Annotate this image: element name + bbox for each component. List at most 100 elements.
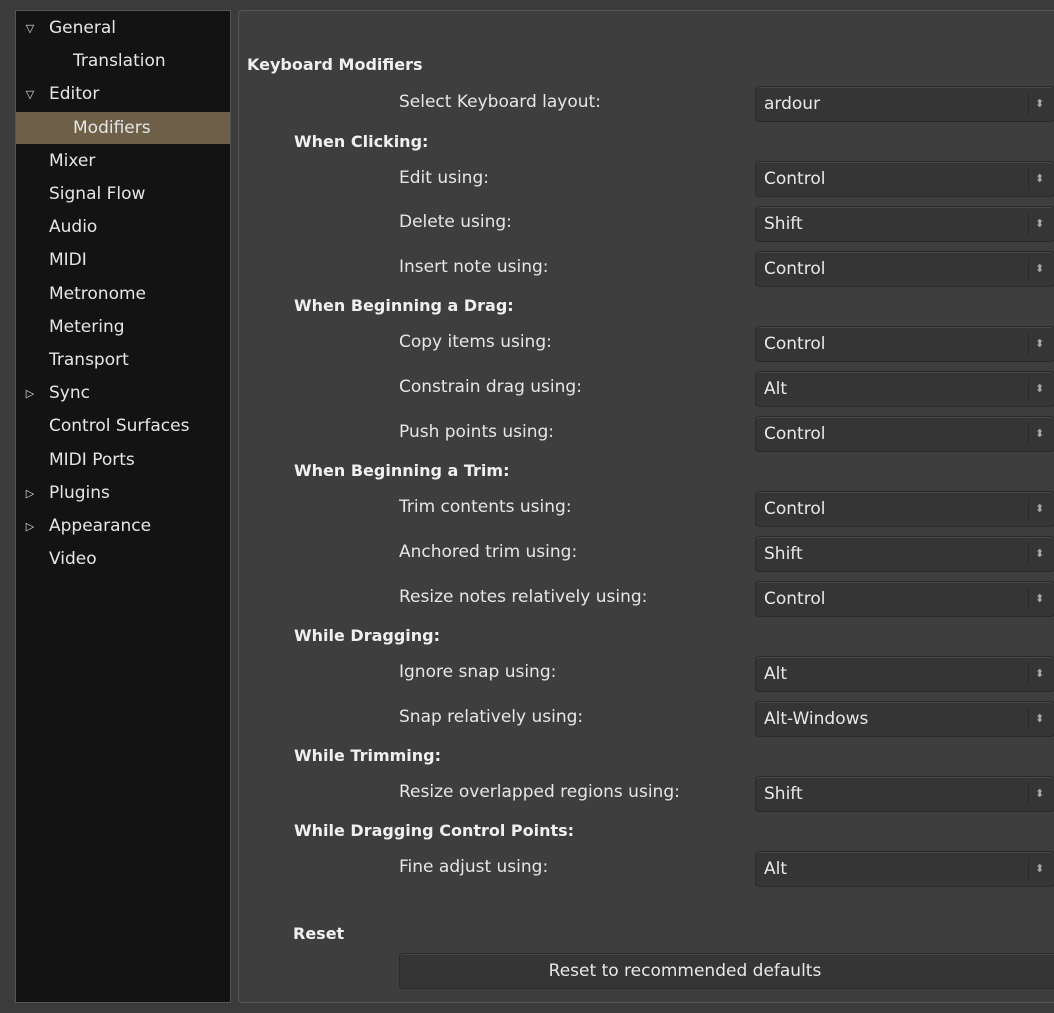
combo-value: Shift [764, 784, 803, 804]
up-down-arrows-icon: ⬍ [1035, 382, 1045, 395]
delete-using-select[interactable]: Shift ⬍ [755, 206, 1054, 242]
keyboard-layout-select[interactable]: ardour ⬍ [755, 86, 1054, 122]
sidebar-item-label: Video [49, 549, 97, 569]
sidebar-item-label: Editor [49, 84, 100, 104]
triangle-right-icon[interactable]: ▷ [24, 487, 36, 500]
sidebar-item-transport[interactable]: Transport [16, 344, 230, 376]
sidebar-item-label: MIDI [49, 250, 87, 270]
sidebar-item-video[interactable]: Video [16, 543, 230, 575]
fine-adjust-using-label: Fine adjust using: [399, 857, 549, 877]
group-title-when-clicking: When Clicking: [294, 132, 429, 151]
combo-separator [1028, 423, 1029, 445]
combo-separator [1028, 93, 1029, 115]
up-down-arrows-icon: ⬍ [1035, 712, 1045, 725]
combo-separator [1028, 168, 1029, 190]
push-points-using-label: Push points using: [399, 422, 555, 442]
up-down-arrows-icon: ⬍ [1035, 262, 1045, 275]
combo-value: Control [764, 589, 826, 609]
combo-separator [1028, 333, 1029, 355]
resize-notes-using-label: Resize notes relatively using: [399, 587, 648, 607]
triangle-down-icon[interactable]: ▽ [24, 22, 36, 35]
combo-separator [1028, 588, 1029, 610]
constrain-drag-using-label: Constrain drag using: [399, 377, 582, 397]
sidebar-item-sync[interactable]: ▷ Sync [16, 377, 230, 409]
preferences-window: ▽ General Translation ▽ Editor Modifiers… [0, 0, 1054, 1013]
sidebar-item-translation[interactable]: Translation [16, 45, 230, 77]
combo-value: ardour [764, 94, 821, 114]
combo-value: Alt [764, 859, 788, 879]
combo-separator [1028, 378, 1029, 400]
sidebar-item-label: Metering [49, 317, 125, 337]
combo-value: Shift [764, 544, 803, 564]
sidebar-item-label: MIDI Ports [49, 450, 135, 470]
sidebar-item-label: Control Surfaces [49, 416, 190, 436]
sidebar-item-label: Metronome [49, 284, 147, 304]
sidebar-item-midi-ports[interactable]: MIDI Ports [16, 444, 230, 476]
edit-using-label: Edit using: [399, 168, 489, 188]
copy-items-using-label: Copy items using: [399, 332, 552, 352]
sidebar-item-metering[interactable]: Metering [16, 311, 230, 343]
trim-contents-using-label: Trim contents using: [399, 497, 572, 517]
reset-to-defaults-button[interactable]: Reset to recommended defaults [399, 953, 1054, 989]
resize-overlapped-using-select[interactable]: Shift ⬍ [755, 776, 1054, 812]
insert-note-using-select[interactable]: Control ⬍ [755, 251, 1054, 287]
resize-notes-using-select[interactable]: Control ⬍ [755, 581, 1054, 617]
up-down-arrows-icon: ⬍ [1035, 337, 1045, 350]
sidebar-item-label: Signal Flow [49, 184, 146, 204]
sidebar-item-label: Translation [73, 51, 166, 71]
snap-relatively-using-select[interactable]: Alt-Windows ⬍ [755, 701, 1054, 737]
group-title-while-trimming: While Trimming: [294, 746, 442, 765]
sidebar-item-general[interactable]: ▽ General [16, 12, 230, 44]
group-title-while-dragging-control-points: While Dragging Control Points: [294, 821, 575, 840]
combo-separator [1028, 543, 1029, 565]
up-down-arrows-icon: ⬍ [1035, 667, 1045, 680]
copy-items-using-select[interactable]: Control ⬍ [755, 326, 1054, 362]
sidebar-item-label: Transport [49, 350, 129, 370]
up-down-arrows-icon: ⬍ [1035, 592, 1045, 605]
triangle-down-icon[interactable]: ▽ [24, 88, 36, 101]
keyboard-layout-label: Select Keyboard layout: [399, 92, 601, 112]
modifiers-panel: Keyboard Modifiers Select Keyboard layou… [238, 10, 1054, 1003]
combo-separator [1028, 213, 1029, 235]
fine-adjust-using-select[interactable]: Alt ⬍ [755, 851, 1054, 887]
constrain-drag-using-select[interactable]: Alt ⬍ [755, 371, 1054, 407]
up-down-arrows-icon: ⬍ [1035, 862, 1045, 875]
sidebar-item-signal-flow[interactable]: Signal Flow [16, 178, 230, 210]
sidebar-item-modifiers[interactable]: Modifiers [16, 112, 230, 144]
sidebar-item-metronome[interactable]: Metronome [16, 278, 230, 310]
anchored-trim-using-select[interactable]: Shift ⬍ [755, 536, 1054, 572]
triangle-right-icon[interactable]: ▷ [24, 520, 36, 533]
sidebar-item-mixer[interactable]: Mixer [16, 145, 230, 177]
snap-relatively-using-label: Snap relatively using: [399, 707, 584, 727]
combo-separator [1028, 498, 1029, 520]
combo-separator [1028, 663, 1029, 685]
page-title: Keyboard Modifiers [247, 55, 423, 74]
ignore-snap-using-select[interactable]: Alt ⬍ [755, 656, 1054, 692]
push-points-using-select[interactable]: Control ⬍ [755, 416, 1054, 452]
up-down-arrows-icon: ⬍ [1035, 217, 1045, 230]
reset-button-label: Reset to recommended defaults [548, 961, 822, 981]
combo-separator [1028, 258, 1029, 280]
sidebar-item-audio[interactable]: Audio [16, 211, 230, 243]
sidebar-item-editor[interactable]: ▽ Editor [16, 78, 230, 110]
triangle-right-icon[interactable]: ▷ [24, 387, 36, 400]
edit-using-select[interactable]: Control ⬍ [755, 161, 1054, 197]
resize-overlapped-using-label: Resize overlapped regions using: [399, 782, 680, 802]
sidebar-item-appearance[interactable]: ▷ Appearance [16, 510, 230, 542]
sidebar-item-label: Appearance [49, 516, 152, 536]
preferences-sidebar: ▽ General Translation ▽ Editor Modifiers… [15, 10, 231, 1003]
insert-note-using-label: Insert note using: [399, 257, 549, 277]
combo-value: Alt-Windows [764, 709, 869, 729]
sidebar-item-control-surfaces[interactable]: Control Surfaces [16, 410, 230, 442]
trim-contents-using-select[interactable]: Control ⬍ [755, 491, 1054, 527]
combo-value: Control [764, 334, 826, 354]
sidebar-item-label: Mixer [49, 151, 96, 171]
ignore-snap-using-label: Ignore snap using: [399, 662, 557, 682]
sidebar-item-plugins[interactable]: ▷ Plugins [16, 477, 230, 509]
anchored-trim-using-label: Anchored trim using: [399, 542, 578, 562]
up-down-arrows-icon: ⬍ [1035, 502, 1045, 515]
group-title-when-beginning-trim: When Beginning a Trim: [294, 461, 510, 480]
up-down-arrows-icon: ⬍ [1035, 547, 1045, 560]
sidebar-item-midi[interactable]: MIDI [16, 244, 230, 276]
combo-value: Control [764, 259, 826, 279]
